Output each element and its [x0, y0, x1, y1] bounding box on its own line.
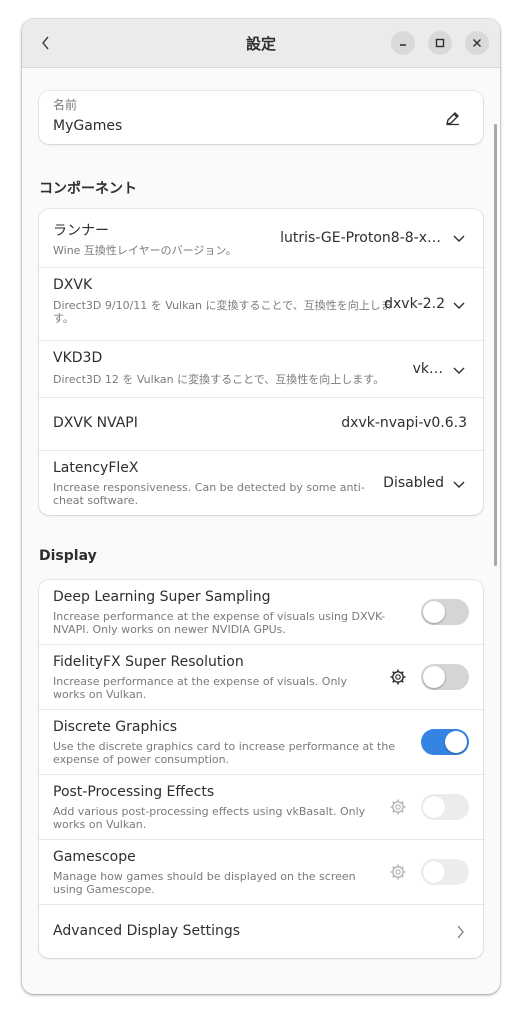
vkd3d-row[interactable]: VKD3D Direct3D 12 を Vulkan に変換することで、互換性を… — [39, 341, 483, 398]
post-processing-row[interactable]: Post-Processing Effects Add various post… — [39, 775, 483, 840]
fsr-title: FidelityFX Super Resolution — [53, 654, 244, 670]
chevron-right-icon — [457, 925, 464, 939]
minimize-icon — [400, 44, 406, 46]
name-field-value[interactable]: MyGames — [53, 118, 122, 134]
dlss-row[interactable]: Deep Learning Super Sampling Increase pe… — [39, 580, 483, 645]
name-field[interactable]: 名前 MyGames — [39, 91, 483, 144]
runner-row[interactable]: ランナー Wine 互換性レイヤーのバージョン。 lutris-GE-Proto… — [39, 209, 483, 268]
scrollbar[interactable] — [494, 124, 497, 566]
switch-knob — [423, 601, 445, 623]
gear-icon[interactable] — [389, 668, 407, 686]
display-card: Deep Learning Super Sampling Increase pe… — [39, 580, 483, 958]
settings-window: 設定 名前 MyGames コンポーネント ランナー Wine 互換性レイヤーの… — [22, 19, 500, 994]
latencyflex-subtitle: Increase responsiveness. Can be detected… — [53, 481, 365, 507]
dlss-switch[interactable] — [421, 599, 469, 625]
vkd3d-value[interactable]: vk… — [413, 361, 443, 377]
dxvk-title: DXVK — [53, 277, 93, 293]
post-processing-subtitle: Add various post-processing effects usin… — [53, 805, 366, 831]
gamescope-row[interactable]: Gamescope Manage how games should be dis… — [39, 840, 483, 905]
close-button[interactable] — [465, 31, 489, 55]
dxvk-row[interactable]: DXVK Direct3D 9/10/11 を Vulkan に変換することで、… — [39, 268, 483, 341]
chevron-down-icon[interactable] — [452, 298, 466, 312]
dxvk-nvapi-value: dxvk-nvapi-v0.6.3 — [341, 415, 467, 431]
post-processing-switch — [421, 794, 469, 820]
runner-title: ランナー — [53, 223, 109, 239]
chevron-down-icon[interactable] — [452, 477, 466, 491]
gamescope-title: Gamescope — [53, 849, 136, 865]
chevron-down-icon[interactable] — [452, 231, 466, 245]
settings-content: 名前 MyGames コンポーネント ランナー Wine 互換性レイヤーのバージ… — [22, 68, 500, 994]
chevron-down-icon[interactable] — [452, 363, 466, 377]
fsr-row[interactable]: FidelityFX Super Resolution Increase per… — [39, 645, 483, 710]
dxvk-nvapi-title: DXVK NVAPI — [53, 415, 138, 431]
post-processing-title: Post-Processing Effects — [53, 784, 215, 800]
minimize-button[interactable] — [391, 31, 415, 55]
close-icon — [473, 39, 481, 47]
name-field-label: 名前 — [53, 98, 78, 112]
dxvk-subtitle: Direct3D 9/10/11 を Vulkan に変換することで、互換性を向… — [53, 299, 392, 325]
maximize-button[interactable] — [428, 31, 452, 55]
components-card: ランナー Wine 互換性レイヤーのバージョン。 lutris-GE-Proto… — [39, 209, 483, 515]
components-heading: コンポーネント — [39, 181, 137, 197]
gear-icon — [390, 864, 406, 880]
discrete-graphics-row[interactable]: Discrete Graphics Use the discrete graph… — [39, 710, 483, 775]
fsr-switch[interactable] — [421, 664, 469, 690]
vkd3d-title: VKD3D — [53, 350, 103, 366]
latencyflex-value[interactable]: Disabled — [383, 475, 444, 491]
runner-subtitle: Wine 互換性レイヤーのバージョン。 — [53, 244, 237, 257]
fsr-subtitle: Increase performance at the expense of v… — [53, 675, 347, 701]
latencyflex-row[interactable]: LatencyFleX Increase responsiveness. Can… — [39, 451, 483, 515]
switch-knob — [423, 796, 445, 818]
edit-icon[interactable] — [445, 110, 461, 126]
discrete-graphics-subtitle: Use the discrete graphics card to increa… — [53, 740, 396, 766]
display-heading: Display — [39, 548, 97, 564]
switch-knob — [423, 666, 445, 688]
headerbar: 設定 — [22, 19, 500, 68]
dxvk-nvapi-row[interactable]: DXVK NVAPI dxvk-nvapi-v0.6.3 — [39, 398, 483, 451]
switch-knob — [423, 861, 445, 883]
discrete-graphics-switch[interactable] — [421, 729, 469, 755]
maximize-icon — [435, 38, 445, 48]
dlss-title: Deep Learning Super Sampling — [53, 589, 271, 605]
advanced-display-settings-row[interactable]: Advanced Display Settings — [39, 905, 483, 958]
advanced-display-settings-label: Advanced Display Settings — [53, 923, 241, 939]
dxvk-value[interactable]: dxvk-2.2 — [384, 296, 445, 312]
gamescope-switch — [421, 859, 469, 885]
discrete-graphics-title: Discrete Graphics — [53, 719, 178, 735]
runner-value[interactable]: lutris-GE-Proton8-8-x… — [280, 230, 441, 246]
gamescope-subtitle: Manage how games should be displayed on … — [53, 870, 356, 896]
gear-icon — [390, 799, 406, 815]
dlss-subtitle: Increase performance at the expense of v… — [53, 610, 386, 636]
vkd3d-subtitle: Direct3D 12 を Vulkan に変換することで、互換性を向上します。 — [53, 373, 385, 386]
latencyflex-title: LatencyFleX — [53, 460, 139, 476]
switch-knob — [445, 731, 467, 753]
